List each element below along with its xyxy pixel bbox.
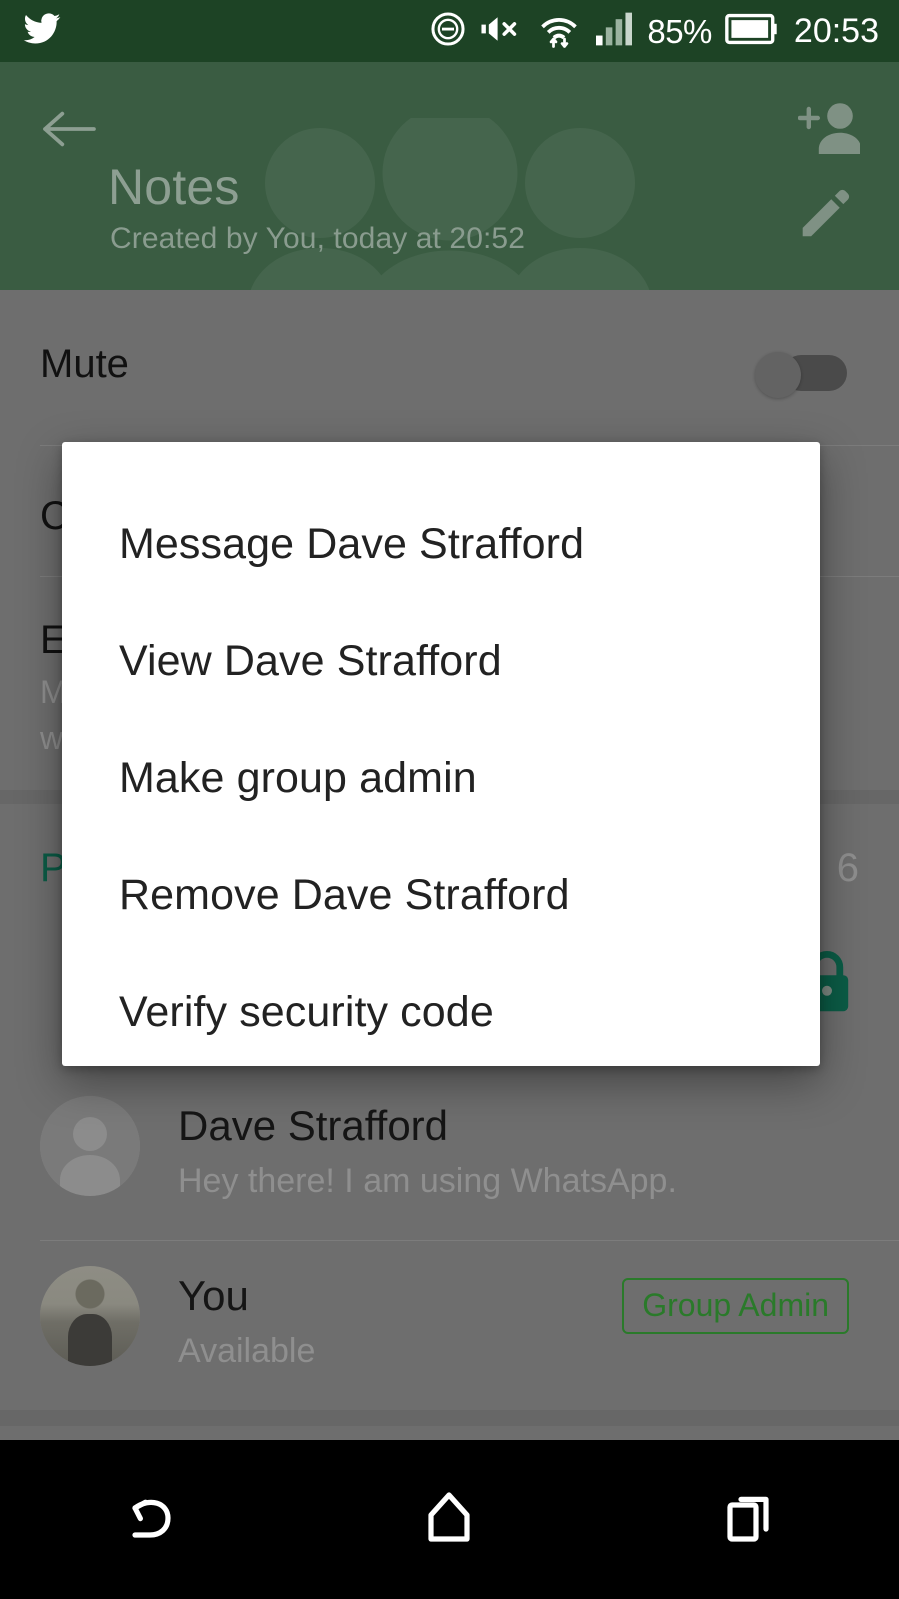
edit-pencil-icon	[796, 185, 854, 248]
avatar	[40, 1096, 140, 1196]
dialog-item-make-group-admin[interactable]: Make group admin	[62, 720, 820, 837]
group-created-subtitle: Created by You, today at 20:52	[110, 222, 525, 255]
battery-percent-label: 85%	[647, 12, 712, 50]
dialog-item-message[interactable]: Message Dave Strafford	[62, 486, 820, 603]
volume-mute-icon	[480, 11, 524, 52]
nav-recents-button[interactable]	[689, 1460, 809, 1580]
nav-home-icon	[423, 1489, 475, 1550]
status-bar-system-icons: 85% 20:53	[429, 8, 879, 55]
participant-status: Available	[178, 1332, 316, 1370]
mute-label: Mute	[40, 342, 129, 386]
section-separator	[0, 1410, 899, 1426]
phone-screen: 85% 20:53 Notes Created by You, today at…	[0, 0, 899, 1599]
default-avatar-icon	[40, 1096, 140, 1196]
participant-status: Hey there! I am using WhatsApp.	[178, 1162, 677, 1200]
edit-group-button[interactable]	[793, 184, 857, 248]
participant-row-you[interactable]: You Available Group Admin	[0, 1240, 899, 1410]
participant-name: You	[178, 1272, 249, 1319]
dialog-item-remove[interactable]: Remove Dave Strafford	[62, 837, 820, 954]
mute-toggle[interactable]	[755, 352, 847, 398]
do-not-disturb-icon	[429, 10, 467, 53]
group-avatar-watermark	[235, 105, 665, 290]
profile-photo	[40, 1266, 140, 1366]
twitter-bird-icon	[22, 9, 62, 54]
nav-back-button[interactable]	[90, 1460, 210, 1580]
participant-name: Dave Strafford	[178, 1102, 449, 1149]
nav-home-button[interactable]	[389, 1460, 509, 1580]
encryption-description-line-2: w	[40, 720, 64, 756]
avatar	[40, 1266, 140, 1366]
mute-toggle-thumb	[755, 352, 801, 398]
back-button[interactable]	[40, 102, 98, 160]
battery-icon	[725, 12, 777, 51]
cellular-signal-icon	[594, 11, 634, 52]
dialog-item-verify-security-code[interactable]: Verify security code	[62, 954, 820, 1071]
nav-back-icon	[122, 1489, 178, 1550]
page-title: Notes	[108, 159, 240, 215]
wifi-icon	[537, 8, 581, 55]
participant-options-dialog: Message Dave Strafford View Dave Straffo…	[62, 442, 820, 1066]
app-bar: Notes Created by You, today at 20:52	[0, 62, 899, 290]
add-participant-button[interactable]	[797, 98, 862, 162]
add-person-icon	[797, 100, 862, 161]
clock-label: 20:53	[793, 12, 879, 50]
status-badge: Group Admin	[622, 1278, 849, 1334]
status-bar-notifications	[22, 9, 62, 54]
participant-row-dave-strafford[interactable]: Dave Strafford Hey there! I am using Wha…	[0, 1070, 899, 1240]
dialog-item-view[interactable]: View Dave Strafford	[62, 603, 820, 720]
status-bar: 85% 20:53	[0, 0, 899, 62]
nav-recents-icon	[723, 1489, 775, 1550]
participants-count: 6	[836, 846, 859, 890]
android-nav-bar	[0, 1440, 899, 1599]
back-arrow-icon	[40, 106, 98, 157]
